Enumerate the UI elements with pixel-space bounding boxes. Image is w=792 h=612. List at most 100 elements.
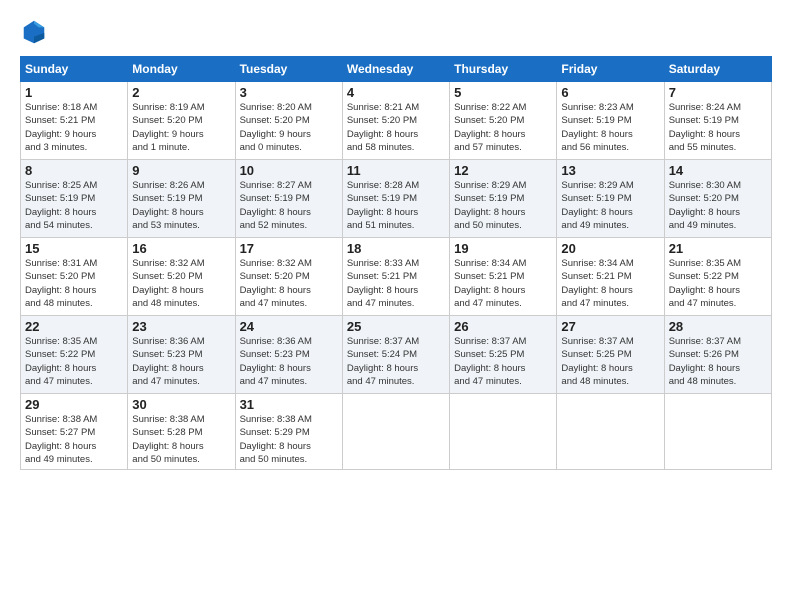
day-number: 14 bbox=[669, 163, 767, 178]
day-cell: 31Sunrise: 8:38 AM Sunset: 5:29 PM Dayli… bbox=[235, 394, 342, 470]
day-cell: 22Sunrise: 8:35 AM Sunset: 5:22 PM Dayli… bbox=[21, 316, 128, 394]
day-number: 16 bbox=[132, 241, 230, 256]
day-cell: 18Sunrise: 8:33 AM Sunset: 5:21 PM Dayli… bbox=[342, 238, 449, 316]
day-info: Sunrise: 8:23 AM Sunset: 5:19 PM Dayligh… bbox=[561, 101, 659, 154]
day-cell: 2Sunrise: 8:19 AM Sunset: 5:20 PM Daylig… bbox=[128, 82, 235, 160]
weekday-tuesday: Tuesday bbox=[235, 57, 342, 82]
day-number: 29 bbox=[25, 397, 123, 412]
day-number: 9 bbox=[132, 163, 230, 178]
day-number: 21 bbox=[669, 241, 767, 256]
week-row-3: 15Sunrise: 8:31 AM Sunset: 5:20 PM Dayli… bbox=[21, 238, 772, 316]
week-row-4: 22Sunrise: 8:35 AM Sunset: 5:22 PM Dayli… bbox=[21, 316, 772, 394]
day-number: 12 bbox=[454, 163, 552, 178]
day-number: 7 bbox=[669, 85, 767, 100]
page: SundayMondayTuesdayWednesdayThursdayFrid… bbox=[0, 0, 792, 480]
day-cell: 15Sunrise: 8:31 AM Sunset: 5:20 PM Dayli… bbox=[21, 238, 128, 316]
day-info: Sunrise: 8:28 AM Sunset: 5:19 PM Dayligh… bbox=[347, 179, 445, 232]
day-cell: 4Sunrise: 8:21 AM Sunset: 5:20 PM Daylig… bbox=[342, 82, 449, 160]
day-number: 27 bbox=[561, 319, 659, 334]
day-info: Sunrise: 8:37 AM Sunset: 5:26 PM Dayligh… bbox=[669, 335, 767, 388]
day-cell: 12Sunrise: 8:29 AM Sunset: 5:19 PM Dayli… bbox=[450, 160, 557, 238]
day-number: 31 bbox=[240, 397, 338, 412]
day-cell: 25Sunrise: 8:37 AM Sunset: 5:24 PM Dayli… bbox=[342, 316, 449, 394]
day-info: Sunrise: 8:18 AM Sunset: 5:21 PM Dayligh… bbox=[25, 101, 123, 154]
logo bbox=[20, 18, 52, 46]
day-info: Sunrise: 8:24 AM Sunset: 5:19 PM Dayligh… bbox=[669, 101, 767, 154]
calendar-table: SundayMondayTuesdayWednesdayThursdayFrid… bbox=[20, 56, 772, 470]
day-number: 15 bbox=[25, 241, 123, 256]
day-info: Sunrise: 8:29 AM Sunset: 5:19 PM Dayligh… bbox=[561, 179, 659, 232]
day-cell: 21Sunrise: 8:35 AM Sunset: 5:22 PM Dayli… bbox=[664, 238, 771, 316]
day-info: Sunrise: 8:30 AM Sunset: 5:20 PM Dayligh… bbox=[669, 179, 767, 232]
day-cell: 30Sunrise: 8:38 AM Sunset: 5:28 PM Dayli… bbox=[128, 394, 235, 470]
day-cell bbox=[450, 394, 557, 470]
day-info: Sunrise: 8:20 AM Sunset: 5:20 PM Dayligh… bbox=[240, 101, 338, 154]
day-number: 10 bbox=[240, 163, 338, 178]
day-number: 20 bbox=[561, 241, 659, 256]
header bbox=[20, 18, 772, 46]
day-number: 28 bbox=[669, 319, 767, 334]
day-number: 24 bbox=[240, 319, 338, 334]
day-info: Sunrise: 8:33 AM Sunset: 5:21 PM Dayligh… bbox=[347, 257, 445, 310]
day-info: Sunrise: 8:21 AM Sunset: 5:20 PM Dayligh… bbox=[347, 101, 445, 154]
day-cell: 9Sunrise: 8:26 AM Sunset: 5:19 PM Daylig… bbox=[128, 160, 235, 238]
day-number: 30 bbox=[132, 397, 230, 412]
day-cell: 6Sunrise: 8:23 AM Sunset: 5:19 PM Daylig… bbox=[557, 82, 664, 160]
week-row-2: 8Sunrise: 8:25 AM Sunset: 5:19 PM Daylig… bbox=[21, 160, 772, 238]
day-cell bbox=[342, 394, 449, 470]
day-number: 6 bbox=[561, 85, 659, 100]
day-number: 4 bbox=[347, 85, 445, 100]
day-info: Sunrise: 8:37 AM Sunset: 5:24 PM Dayligh… bbox=[347, 335, 445, 388]
day-info: Sunrise: 8:22 AM Sunset: 5:20 PM Dayligh… bbox=[454, 101, 552, 154]
day-info: Sunrise: 8:31 AM Sunset: 5:20 PM Dayligh… bbox=[25, 257, 123, 310]
day-number: 18 bbox=[347, 241, 445, 256]
day-cell: 17Sunrise: 8:32 AM Sunset: 5:20 PM Dayli… bbox=[235, 238, 342, 316]
day-cell: 23Sunrise: 8:36 AM Sunset: 5:23 PM Dayli… bbox=[128, 316, 235, 394]
day-number: 25 bbox=[347, 319, 445, 334]
day-number: 13 bbox=[561, 163, 659, 178]
logo-icon bbox=[20, 18, 48, 46]
day-info: Sunrise: 8:38 AM Sunset: 5:28 PM Dayligh… bbox=[132, 413, 230, 466]
day-info: Sunrise: 8:34 AM Sunset: 5:21 PM Dayligh… bbox=[561, 257, 659, 310]
day-info: Sunrise: 8:36 AM Sunset: 5:23 PM Dayligh… bbox=[240, 335, 338, 388]
day-info: Sunrise: 8:35 AM Sunset: 5:22 PM Dayligh… bbox=[669, 257, 767, 310]
week-row-1: 1Sunrise: 8:18 AM Sunset: 5:21 PM Daylig… bbox=[21, 82, 772, 160]
day-number: 19 bbox=[454, 241, 552, 256]
day-cell: 26Sunrise: 8:37 AM Sunset: 5:25 PM Dayli… bbox=[450, 316, 557, 394]
day-number: 17 bbox=[240, 241, 338, 256]
weekday-wednesday: Wednesday bbox=[342, 57, 449, 82]
day-cell: 13Sunrise: 8:29 AM Sunset: 5:19 PM Dayli… bbox=[557, 160, 664, 238]
day-info: Sunrise: 8:35 AM Sunset: 5:22 PM Dayligh… bbox=[25, 335, 123, 388]
day-info: Sunrise: 8:19 AM Sunset: 5:20 PM Dayligh… bbox=[132, 101, 230, 154]
day-number: 1 bbox=[25, 85, 123, 100]
day-cell: 10Sunrise: 8:27 AM Sunset: 5:19 PM Dayli… bbox=[235, 160, 342, 238]
weekday-sunday: Sunday bbox=[21, 57, 128, 82]
weekday-thursday: Thursday bbox=[450, 57, 557, 82]
day-info: Sunrise: 8:32 AM Sunset: 5:20 PM Dayligh… bbox=[240, 257, 338, 310]
day-cell: 8Sunrise: 8:25 AM Sunset: 5:19 PM Daylig… bbox=[21, 160, 128, 238]
day-cell: 11Sunrise: 8:28 AM Sunset: 5:19 PM Dayli… bbox=[342, 160, 449, 238]
day-cell: 27Sunrise: 8:37 AM Sunset: 5:25 PM Dayli… bbox=[557, 316, 664, 394]
day-cell bbox=[664, 394, 771, 470]
day-number: 3 bbox=[240, 85, 338, 100]
day-info: Sunrise: 8:38 AM Sunset: 5:29 PM Dayligh… bbox=[240, 413, 338, 466]
day-cell: 1Sunrise: 8:18 AM Sunset: 5:21 PM Daylig… bbox=[21, 82, 128, 160]
day-info: Sunrise: 8:26 AM Sunset: 5:19 PM Dayligh… bbox=[132, 179, 230, 232]
week-row-5: 29Sunrise: 8:38 AM Sunset: 5:27 PM Dayli… bbox=[21, 394, 772, 470]
weekday-monday: Monday bbox=[128, 57, 235, 82]
day-number: 11 bbox=[347, 163, 445, 178]
weekday-friday: Friday bbox=[557, 57, 664, 82]
day-cell: 24Sunrise: 8:36 AM Sunset: 5:23 PM Dayli… bbox=[235, 316, 342, 394]
day-info: Sunrise: 8:36 AM Sunset: 5:23 PM Dayligh… bbox=[132, 335, 230, 388]
day-cell: 7Sunrise: 8:24 AM Sunset: 5:19 PM Daylig… bbox=[664, 82, 771, 160]
day-number: 8 bbox=[25, 163, 123, 178]
day-info: Sunrise: 8:38 AM Sunset: 5:27 PM Dayligh… bbox=[25, 413, 123, 466]
day-cell: 28Sunrise: 8:37 AM Sunset: 5:26 PM Dayli… bbox=[664, 316, 771, 394]
weekday-header-row: SundayMondayTuesdayWednesdayThursdayFrid… bbox=[21, 57, 772, 82]
day-cell: 29Sunrise: 8:38 AM Sunset: 5:27 PM Dayli… bbox=[21, 394, 128, 470]
weekday-saturday: Saturday bbox=[664, 57, 771, 82]
day-number: 22 bbox=[25, 319, 123, 334]
day-info: Sunrise: 8:34 AM Sunset: 5:21 PM Dayligh… bbox=[454, 257, 552, 310]
day-number: 26 bbox=[454, 319, 552, 334]
day-info: Sunrise: 8:25 AM Sunset: 5:19 PM Dayligh… bbox=[25, 179, 123, 232]
